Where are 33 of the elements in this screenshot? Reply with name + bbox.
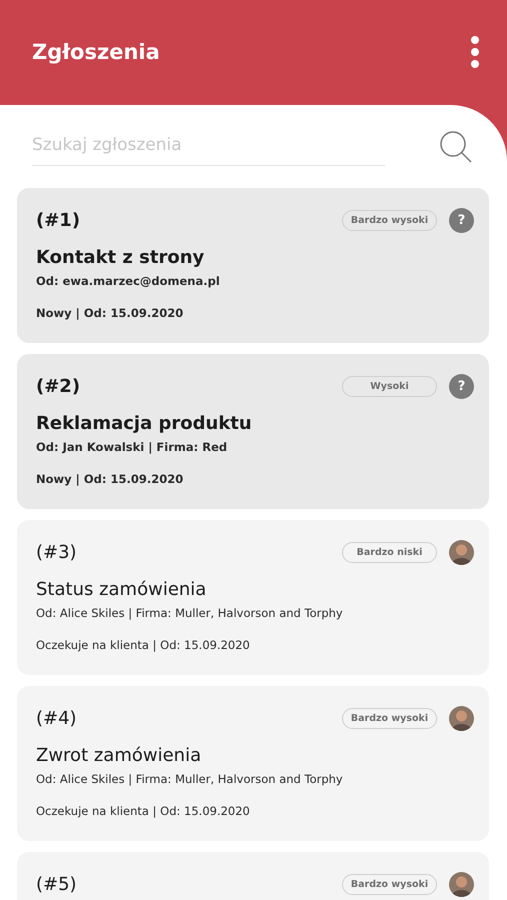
priority-tag: Wysoki (342, 376, 437, 397)
ticket-number: (#4) (36, 708, 78, 729)
priority-tag: Bardzo niski (342, 542, 437, 563)
ticket-sender: Od: Alice Skiles | Firma: Muller, Halvorson and Torphy (36, 772, 344, 786)
avatar-icon (449, 872, 474, 897)
ticket-title: Zwrot zamówienia (36, 745, 202, 766)
priority-tag: Bardzo wysoki (342, 210, 437, 231)
ticket-card[interactable]: (#5) Bardzo wysoki (17, 852, 489, 900)
ticket-status: Oczekuje na klienta | Od: 15.09.2020 (36, 804, 251, 818)
ticket-status: Oczekuje na klienta | Od: 15.09.2020 (36, 638, 251, 652)
unassigned-badge: ? (449, 208, 474, 233)
page-title: Zgłoszenia (32, 40, 160, 64)
ticket-title: Status zamówienia (36, 579, 208, 600)
ticket-status: Nowy | Od: 15.09.2020 (36, 306, 184, 320)
unassigned-badge: ? (449, 374, 474, 399)
priority-tag: Bardzo wysoki (342, 708, 437, 729)
ticket-status: Nowy | Od: 15.09.2020 (36, 472, 184, 486)
avatar-icon (449, 706, 474, 731)
ticket-sender: Od: ewa.marzec@domena.pl (36, 274, 221, 288)
avatar-icon (449, 540, 474, 565)
ticket-sender: Od: Jan Kowalski | Firma: Red (36, 440, 228, 454)
ticket-card[interactable]: (#2) Wysoki ? Reklamacja produktu Od: Jan Kowalski | Firma: Red Nowy | Od: 15.09.2020 (17, 354, 489, 509)
ticket-title: Reklamacja produktu (36, 413, 253, 434)
priority-tag: Bardzo wysoki (342, 874, 437, 895)
ticket-card[interactable]: (#3) Bardzo niski Status zamówienia Od: Alice Skiles | Firma: Muller, Halvorson and Torphy Oczekuje na klienta | Od: 15.09.2020 (17, 520, 489, 675)
ticket-number: (#5) (36, 874, 78, 895)
ticket-sender: Od: Alice Skiles | Firma: Muller, Halvorson and Torphy (36, 606, 344, 620)
ticket-number: (#3) (36, 542, 78, 563)
ticket-number: (#2) (36, 376, 82, 397)
ticket-number: (#1) (36, 210, 82, 231)
ticket-card[interactable]: (#4) Bardzo wysoki Zwrot zamówienia Od: Alice Skiles | Firma: Muller, Halvorson and Torphy Oczekuje na klienta | Od: 15.09.2020 (17, 686, 489, 841)
ticket-card[interactable]: (#1) Bardzo wysoki ? Kontakt z strony Od: ewa.marzec@domena.pl Nowy | Od: 15.09.2020 (17, 188, 489, 343)
ticket-title: Kontakt z strony (36, 247, 206, 268)
